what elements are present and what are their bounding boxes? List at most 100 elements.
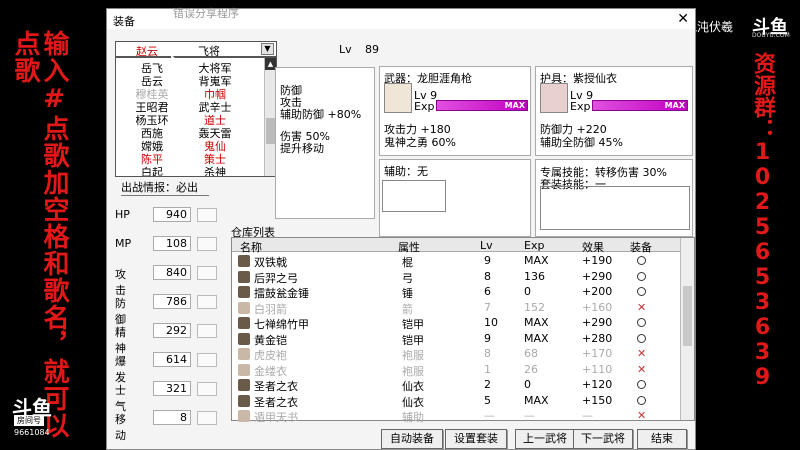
col-exp[interactable]: Exp bbox=[524, 239, 544, 252]
table-row[interactable]: 后羿之弓 弓 8 136 +290 bbox=[232, 269, 680, 285]
next-general-button[interactable]: 下一武将 bbox=[573, 429, 633, 449]
equipment-window: 装备 错误分享程序 ✕ 赵云 飞将 ▼ 岳飞 大将军 岳云 背嵬军 穆桂英 巾帼 王昭君 武辛… bbox=[106, 7, 696, 450]
item-lv: 6 bbox=[484, 285, 491, 298]
item-attr: 锤 bbox=[402, 287, 413, 300]
item-attr: 箭 bbox=[402, 302, 413, 316]
stat-label: MP bbox=[115, 237, 132, 250]
dropdown-item[interactable]: 嫦娥 鬼仙 bbox=[116, 138, 266, 153]
table-row[interactable]: 七禅绵竹甲 铠甲 10 MAX +290 bbox=[232, 316, 680, 331]
dropdown-item[interactable]: 西施 轰天雷 bbox=[116, 125, 266, 140]
stat-label: 攻击 bbox=[115, 268, 126, 297]
close-button[interactable]: ✕ bbox=[677, 11, 689, 27]
dropdown-class-name: 杀神 bbox=[204, 166, 226, 177]
col-name[interactable]: 名称 bbox=[240, 239, 262, 255]
overlay-song-request-text: 输入#点歌加空格和歌名，就可以点歌 bbox=[10, 30, 69, 439]
table-row[interactable]: 圣者之衣 仙衣 5 MAX +150 bbox=[232, 394, 680, 409]
item-effect: +200 bbox=[582, 285, 613, 298]
stat-value: 8 bbox=[153, 410, 191, 425]
item-icon bbox=[238, 301, 250, 314]
stat-value: 786 bbox=[153, 294, 191, 309]
stat-value: 840 bbox=[153, 265, 191, 280]
item-effect: +170 bbox=[582, 347, 613, 360]
item-effect: +280 bbox=[582, 331, 613, 345]
aux-item-slot[interactable] bbox=[382, 180, 446, 212]
stat-label: 爆发 bbox=[115, 355, 126, 384]
warehouse-scrollbar[interactable] bbox=[680, 238, 694, 420]
item-lv: 8 bbox=[484, 269, 491, 283]
item-name: 虎皮袍 bbox=[254, 349, 287, 362]
chevron-down-icon[interactable]: ▼ bbox=[261, 43, 274, 55]
warehouse-list[interactable]: 名称 属性 Lv Exp 效果 装备 双铁戟 棍 9 MAX +190 后羿之弓 弓 8 136… bbox=[231, 237, 695, 424]
dropdown-item[interactable]: 王昭君 武辛士 bbox=[116, 99, 266, 114]
dropdown-item[interactable]: 杨玉环 道士 bbox=[116, 112, 266, 127]
table-row[interactable]: 虎皮袍 袍服 8 68 +170 ✕ bbox=[232, 347, 680, 362]
item-attr: 仙衣 bbox=[402, 380, 424, 393]
item-exp: MAX bbox=[524, 331, 549, 345]
room-tag: 房间号 bbox=[14, 415, 44, 426]
warehouse-header: 名称 属性 Lv Exp 效果 装备 bbox=[232, 238, 680, 255]
not-equippable-icon: ✕ bbox=[637, 347, 647, 360]
col-attr[interactable]: 属性 bbox=[398, 239, 420, 255]
table-row[interactable]: 擂鼓瓮金锤 锤 6 0 +200 bbox=[232, 285, 680, 300]
item-icon bbox=[238, 379, 250, 391]
item-effect: +120 bbox=[582, 378, 613, 391]
item-name: 黄金铠 bbox=[254, 333, 287, 347]
item-name: 白羽箭 bbox=[254, 302, 287, 316]
item-attr: 袍服 bbox=[402, 364, 424, 378]
weapon-panel[interactable]: 武器：龙胆涯角枪 Lv 9 Exp MAX 攻击力 +180 鬼神之勇 60% bbox=[379, 66, 531, 156]
table-row[interactable]: 双铁戟 棍 9 MAX +190 bbox=[232, 254, 680, 269]
stat-bar bbox=[197, 382, 217, 396]
col-equip[interactable]: 装备 bbox=[630, 239, 652, 255]
level-value: 89 bbox=[365, 43, 379, 56]
prev-general-button[interactable]: 上一武将 bbox=[515, 429, 575, 449]
aux-slot-label: 辅助：无 bbox=[384, 163, 428, 179]
item-icon bbox=[238, 286, 250, 298]
set-equip-button[interactable]: 设置套装 bbox=[445, 429, 507, 449]
item-effect: +290 bbox=[582, 269, 613, 283]
dropdown-item[interactable]: 岳飞 大将军 bbox=[116, 60, 266, 75]
table-row[interactable]: 金缕衣 袍服 1 26 +110 ✕ bbox=[232, 362, 680, 378]
general-dropdown-list[interactable]: 岳飞 大将军 岳云 背嵬军 穆桂英 巾帼 王昭君 武辛士 杨玉环 道士 西施 轰天雷 嫦娥 鬼仙 陈平 策士白… bbox=[115, 57, 277, 177]
table-row[interactable]: 白羽箭 箭 7 152 +160 ✕ bbox=[232, 300, 680, 316]
item-icon bbox=[238, 255, 250, 267]
armor-exp-bar: MAX bbox=[592, 100, 688, 111]
item-effect: +160 bbox=[582, 300, 613, 314]
item-attr: 辅助 bbox=[402, 411, 424, 424]
col-effect[interactable]: 效果 bbox=[582, 239, 604, 255]
col-lv[interactable]: Lv bbox=[480, 239, 493, 252]
item-exp: 68 bbox=[524, 347, 538, 360]
not-equippable-icon: ✕ bbox=[637, 300, 647, 314]
armor-panel[interactable]: 护具：紫授仙衣 Lv 9 Exp MAX 防御力 +220 辅助全防御 45% bbox=[535, 66, 693, 156]
battle-info: 出战情报：必出 bbox=[121, 179, 209, 196]
dropdown-item[interactable]: 穆桂英 巾帼 bbox=[116, 86, 266, 101]
douyu-url: DOUYU.COM bbox=[752, 32, 790, 39]
stat-value: 614 bbox=[153, 352, 191, 367]
dropdown-item[interactable]: 岳云 背嵬军 bbox=[116, 73, 266, 88]
spear-icon bbox=[384, 83, 412, 113]
table-row[interactable]: 圣者之衣 仙衣 2 0 +120 bbox=[232, 378, 680, 393]
stat-value: 321 bbox=[153, 381, 191, 396]
general-select[interactable]: 赵云 飞将 ▼ bbox=[115, 41, 277, 58]
stat-value: 108 bbox=[153, 236, 191, 251]
dropdown-item[interactable]: 白起 杀神 bbox=[116, 164, 266, 177]
item-name: 后羿之弓 bbox=[254, 271, 298, 285]
room-number: 9661084 bbox=[14, 428, 50, 437]
item-lv: 9 bbox=[484, 254, 491, 267]
item-lv: 1 bbox=[484, 362, 491, 376]
item-lv: 10 bbox=[484, 316, 498, 329]
weapon-exp-bar: MAX bbox=[436, 100, 528, 111]
table-row[interactable]: 遁甲天书 辅助 — — — ✕ bbox=[232, 409, 680, 424]
stat-label: 防御 bbox=[115, 297, 126, 326]
stat-bar bbox=[197, 324, 217, 338]
dropdown-item[interactable]: 陈平 策士 bbox=[116, 151, 266, 166]
stat-label: HP bbox=[115, 208, 130, 221]
end-button[interactable]: 结束 bbox=[637, 429, 687, 449]
auto-equip-button[interactable]: 自动装备 bbox=[381, 429, 443, 449]
auxiliary-panel[interactable]: 辅助：无 bbox=[379, 159, 531, 237]
scroll-thumb[interactable] bbox=[683, 286, 692, 346]
table-row[interactable]: 黄金铠 铠甲 9 MAX +280 bbox=[232, 331, 680, 347]
scroll-thumb[interactable] bbox=[266, 118, 275, 144]
title-bar: 装备 错误分享程序 ✕ bbox=[107, 7, 695, 29]
robe-icon bbox=[540, 83, 568, 113]
weapon-exp-label: Exp bbox=[414, 100, 435, 113]
